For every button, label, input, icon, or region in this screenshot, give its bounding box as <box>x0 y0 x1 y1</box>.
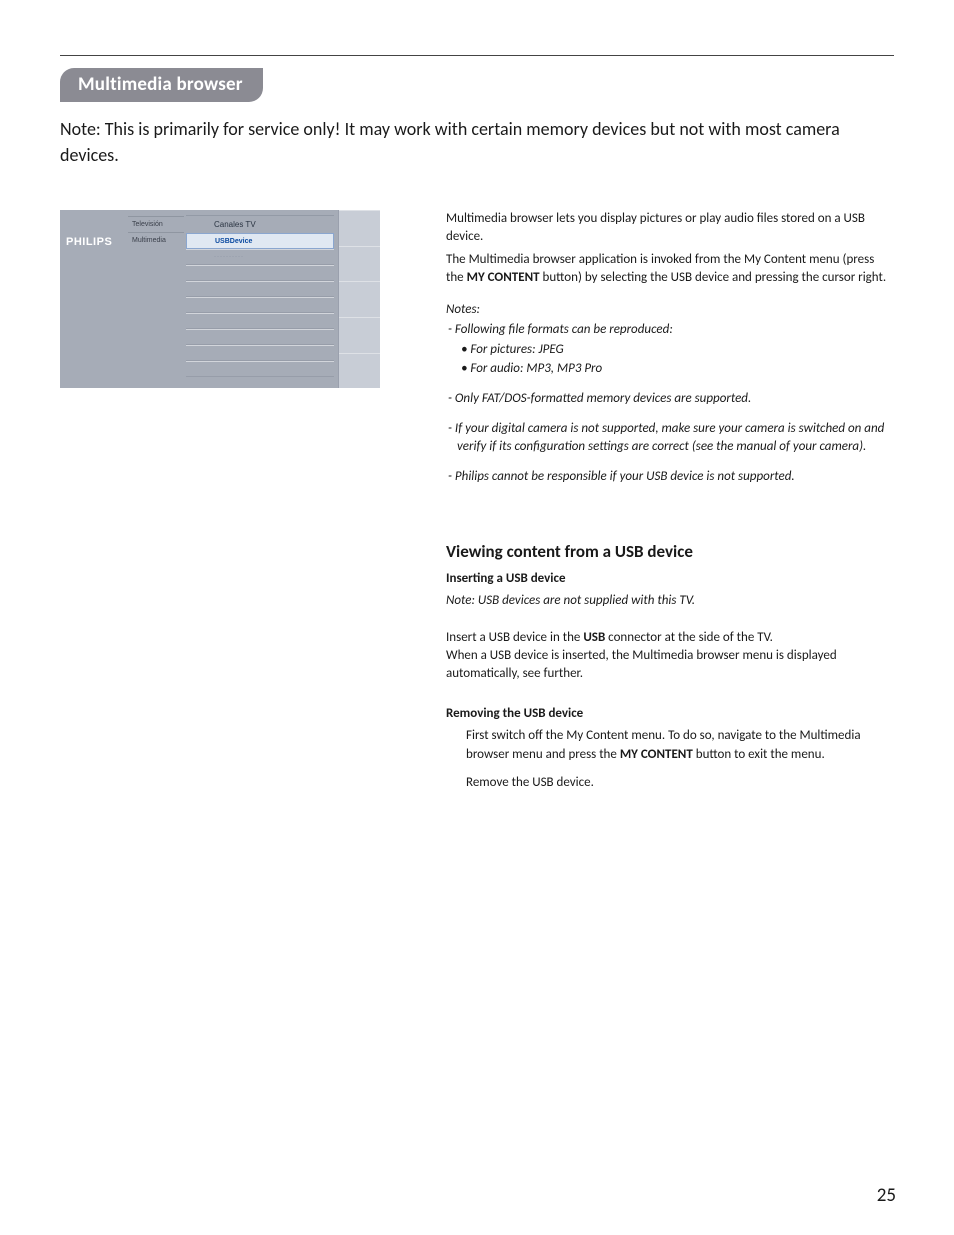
mock-col-header: Canales TV <box>186 215 334 233</box>
heading-inserting-usb: Inserting a USB device <box>446 570 894 588</box>
mock-menu-item: Multimedia <box>128 232 184 248</box>
mock-row: ·········· <box>186 249 334 265</box>
note-item: - Only FAT/DOS-formatted memory devices … <box>446 390 894 408</box>
connector-label: USB <box>583 630 605 645</box>
body-text: Remove the USB device. <box>446 774 894 792</box>
button-label-text: MY CONTENT <box>620 747 693 762</box>
body-text: When a USB device is inserted, the Multi… <box>446 647 894 683</box>
note-text: Note: USB devices are not supplied with … <box>446 592 894 610</box>
body-text: First switch off the My Content menu. To… <box>446 727 894 763</box>
mock-row <box>186 361 334 377</box>
mock-row <box>186 265 334 281</box>
philips-logo: PHILIPS <box>66 236 112 248</box>
note-item: - Philips cannot be responsible if your … <box>446 468 894 486</box>
mock-row <box>186 329 334 345</box>
note-subitem: • For pictures: JPEG <box>446 341 894 359</box>
mock-menu-item: Televisión <box>128 216 184 232</box>
lead-note: Note: This is primarily for service only… <box>60 116 894 168</box>
note-item: - If your digital camera is not supporte… <box>446 420 894 456</box>
heading-viewing-content: Viewing content from a USB device <box>446 540 894 564</box>
right-column: Multimedia browser lets you display pict… <box>446 210 894 802</box>
text: button to exit the menu. <box>693 747 825 762</box>
body-text: Insert a USB device in the USB connector… <box>446 629 894 647</box>
left-column: PHILIPS Televisión Multimedia Canales TV… <box>60 210 380 802</box>
page-number: 25 <box>877 1184 896 1207</box>
note-item: - Following file formats can be reproduc… <box>446 321 894 339</box>
mock-selected-item: USBDevice <box>186 233 334 249</box>
mock-row <box>186 281 334 297</box>
note-subitem: • For audio: MP3, MP3 Pro <box>446 360 894 378</box>
intro-paragraph: Multimedia browser lets you display pict… <box>446 210 894 246</box>
text: button) by selecting the USB device and … <box>540 270 887 285</box>
notes-heading: Notes: <box>446 301 894 319</box>
intro-paragraph: The Multimedia browser application is in… <box>446 251 894 287</box>
heading-removing-usb: Removing the USB device <box>446 705 894 723</box>
text: Insert a USB device in the <box>446 630 583 645</box>
tv-menu-mock: PHILIPS Televisión Multimedia Canales TV… <box>60 210 380 388</box>
button-label-text: MY CONTENT <box>467 270 540 285</box>
text: connector at the side of the TV. <box>605 630 773 645</box>
mock-row <box>186 345 334 361</box>
top-rule <box>60 55 894 56</box>
section-title: Multimedia browser <box>60 68 263 102</box>
mock-row <box>186 313 334 329</box>
mock-row <box>186 297 334 313</box>
